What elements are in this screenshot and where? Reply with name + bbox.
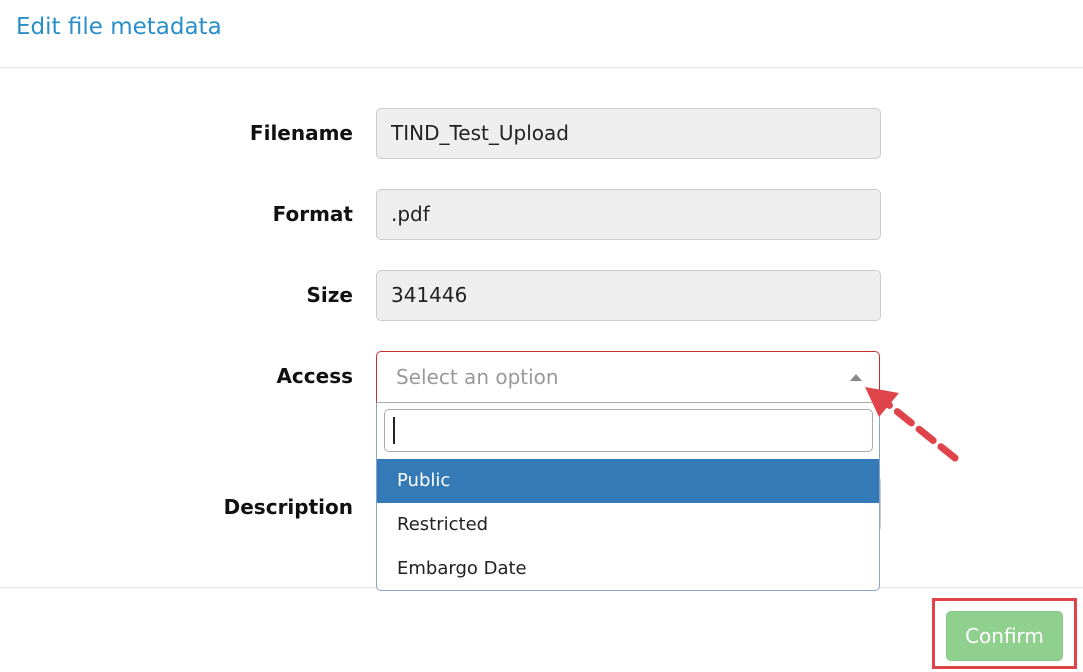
description-label: Description [223, 495, 353, 519]
caret-up-icon [850, 374, 862, 381]
option-embargo-date[interactable]: Embargo Date [377, 547, 879, 591]
filename-label: Filename [249, 121, 353, 145]
text-cursor [393, 417, 395, 444]
dropdown-search-input[interactable] [384, 409, 873, 452]
access-dropdown: Public Restricted Embargo Date [376, 403, 880, 591]
modal-title: Edit file metadata [16, 14, 222, 40]
format-label: Format [272, 202, 353, 226]
size-label: Size [306, 283, 353, 307]
option-public[interactable]: Public [377, 459, 879, 503]
access-label: Access [276, 364, 353, 388]
format-field: .pdf [376, 189, 881, 240]
size-field: 341446 [376, 270, 881, 321]
filename-field: TIND_Test_Upload [376, 108, 881, 159]
access-select[interactable]: Select an option [376, 351, 880, 403]
modal-header: Edit file metadata [0, 0, 1083, 68]
option-restricted[interactable]: Restricted [377, 503, 879, 547]
access-select-placeholder: Select an option [396, 365, 559, 389]
confirm-button[interactable]: Confirm [946, 611, 1063, 661]
